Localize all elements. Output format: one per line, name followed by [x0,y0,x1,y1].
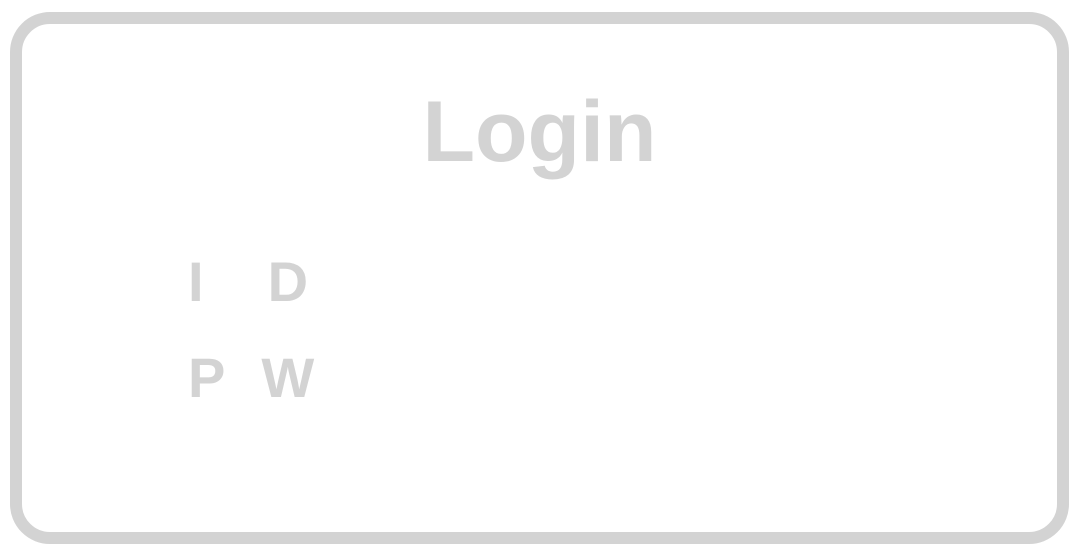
login-title: Login [422,84,657,180]
password-input[interactable] [354,352,919,404]
id-label-char-2: D [267,250,309,313]
id-label-char-1: I [188,250,204,313]
id-label: I D [188,252,308,312]
login-panel: Login I D P W [10,12,1069,544]
pw-label-char-2: W [261,346,315,409]
pw-label: P W [188,348,314,408]
id-input[interactable] [348,256,913,308]
pw-field-row: P W [188,348,919,408]
pw-label-char-1: P [188,346,226,409]
id-field-row: I D [188,252,913,312]
